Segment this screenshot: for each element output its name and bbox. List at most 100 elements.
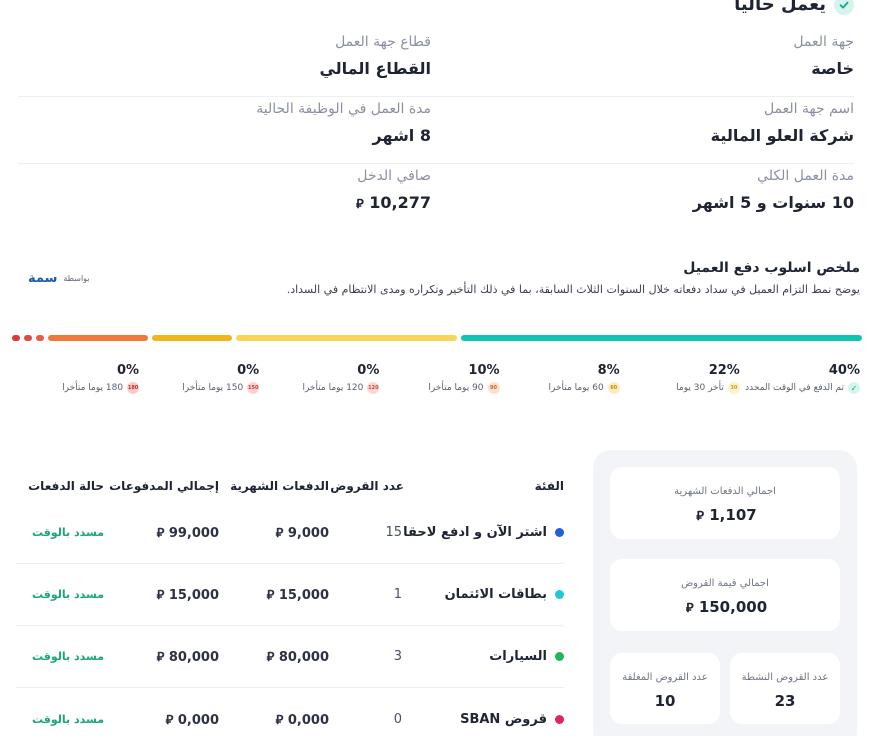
table-row: السيارات 3 80,000 ⃁ 80,000 ⃁ مسدد بالوقت [16,626,564,688]
loan-total-amount: 99,000 [168,526,219,541]
header-monthly: الدفعات الشهرية [230,479,329,493]
payment-legend-label: تأخر 30 يوما [676,383,724,393]
payment-legend-percent: 0% [357,363,380,378]
payment-legend-label: 120 يوما متأخرا [302,383,364,393]
loans-totals-panel: اجمالي الدفعات الشهرية 1,107 ⃁ اجمالي قي… [593,450,857,736]
check-icon [834,0,854,15]
loan-monthly: 0,000 ⃁ [219,711,329,728]
closed-loans-label: عدد القروض المغلقة [622,672,708,683]
delay-badge-icon: 180 [127,382,140,394]
payment-legend-label: 90 يوما متأخرا [428,383,484,393]
payment-legend-desc: 30 تأخر 30 يوما [625,382,740,394]
loan-category: السيارات [404,649,564,664]
loan-monthly-amount: 9,000 [287,526,329,541]
payment-behavior-legend: 40% ✓ تم الدفع في الوقت المحدد 22% 30 تأخر 30… [24,362,860,394]
delay-badge-icon: 30 [727,382,740,394]
category-dot-icon [555,652,564,661]
loan-status: مسدد بالوقت [32,588,104,601]
loan-monthly: 9,000 ⃁ [219,524,329,541]
riyal-icon: ⃁ [696,509,705,524]
closed-loans-card: عدد القروض المغلقة 10 [610,653,720,724]
payment-summary-title: ملخص اسلوب دفع العميل [683,260,860,276]
loan-category-name: اشتر الآن و ادفع لاحقا [403,525,547,540]
active-loans-card: عدد القروض النشطة 23 [730,653,840,724]
employment-row: مدة العمل الكلي 10 سنوات و 5 اشهر صافي ا… [18,164,854,231]
riyal-icon: ⃁ [275,712,284,728]
loan-count: 15 [385,525,402,540]
monthly-payments-amount: 1,107 [709,506,757,524]
net-income-amount: 10,277 [369,193,431,212]
delay-badge-icon: 90 [487,382,500,394]
payment-bar-segment [12,335,20,341]
payment-legend-item: 0% 180 180 يوما متأخرا [24,362,140,394]
loan-status: مسدد بالوقت [32,650,104,663]
employment-status-label: يعمل حاليا [734,0,826,15]
loan-monthly-amount: 15,000 [278,588,329,603]
simah-logo: سمة [28,271,58,286]
riyal-icon: ⃁ [685,601,694,616]
riyal-icon: ⃁ [355,197,364,212]
payment-legend-percent: 40% [828,363,860,378]
active-loans-value: 23 [774,692,796,710]
payment-legend-percent: 8% [597,363,620,378]
employment-details: جهة العمل خاصة قطاع جهة العمل القطاع الم… [18,30,854,231]
payment-legend-label: تم الدفع في الوقت المحدد [745,383,844,393]
category-dot-icon [555,528,564,537]
loan-total: 15,000 ⃁ [104,586,219,603]
loan-total-amount: 15,000 [168,588,219,603]
riyal-icon: ⃁ [266,650,275,665]
employer-type-value: خاصة [811,59,854,78]
delay-badge-icon: ✓ [848,382,860,394]
payment-bar-segment [36,335,44,341]
loan-total-amount: 0,000 [177,712,219,728]
payment-legend-label: 180 يوما متأخرا [62,383,124,393]
net-income-value: 10,277 ⃁ [18,192,431,216]
loan-total: 80,000 ⃁ [104,648,219,665]
payment-legend-item: 0% 150 150 يوما متأخرا [144,362,260,394]
loan-total: 0,000 ⃁ [104,711,219,728]
payment-legend-item: 22% 30 تأخر 30 يوما [625,362,740,394]
loan-category: بطاقات الائتمان [404,587,564,602]
payment-bar-segment [48,335,149,341]
active-loans-label: عدد القروض النشطة [741,672,829,683]
delay-badge-icon: 60 [607,382,620,394]
current-job-duration-label: مدة العمل في الوظيفة الحالية [256,101,431,117]
table-row: قروض SBAN 0 0,000 ⃁ 0,000 ⃁ مسدد بالوقت [16,688,564,736]
riyal-icon: ⃁ [165,712,174,728]
riyal-icon: ⃁ [156,650,165,665]
payment-legend-desc: 90 90 يوما متأخرا [385,382,500,394]
table-row: بطاقات الائتمان 1 15,000 ⃁ 15,000 ⃁ مسدد بال… [16,564,564,626]
header-status: حالة الدفعات [28,479,104,493]
loans-table: الفئة عدد القروض الدفعات الشهرية إجمالي … [16,470,564,736]
payment-legend-item: 8% 60 60 يوما متأخرا [505,362,620,394]
riyal-icon: ⃁ [156,588,165,603]
loans-table-header: الفئة عدد القروض الدفعات الشهرية إجمالي … [16,470,564,502]
payment-bar-segment [461,335,862,341]
loans-value-label: اجمالي قيمة القروض [681,578,769,589]
header-category: الفئة [534,479,564,493]
riyal-icon: ⃁ [275,526,284,541]
net-income-label: صافي الدخل [357,168,431,184]
loan-category: قروض SBAN [404,712,564,727]
payment-legend-desc: 180 180 يوما متأخرا [24,382,140,394]
loan-count: 1 [393,587,402,602]
loan-category-name: بطاقات الائتمان [444,587,547,602]
riyal-icon: ⃁ [156,526,165,541]
loan-count: 3 [393,649,402,664]
loan-total-amount: 80,000 [168,650,219,665]
closed-loans-value: 10 [654,692,676,710]
employment-row: جهة العمل خاصة قطاع جهة العمل القطاع الم… [18,30,854,97]
loan-monthly: 80,000 ⃁ [219,648,329,665]
payment-bar-segment [236,335,457,341]
loan-monthly: 15,000 ⃁ [219,586,329,603]
payment-behavior-bar [12,335,862,341]
riyal-icon: ⃁ [266,588,275,603]
employment-row: اسم جهة العمل شركة العلو المالية مدة الع… [18,97,854,164]
loan-total: 99,000 ⃁ [104,524,219,541]
loan-count: 0 [393,711,402,727]
monthly-payments-card: اجمالي الدفعات الشهرية 1,107 ⃁ [610,467,840,539]
loan-status: مسدد بالوقت [32,526,104,539]
payment-legend-percent: 0% [237,363,260,378]
payment-legend-percent: 10% [468,363,500,378]
total-work-duration-value: 10 سنوات و 5 اشهر [692,193,854,212]
